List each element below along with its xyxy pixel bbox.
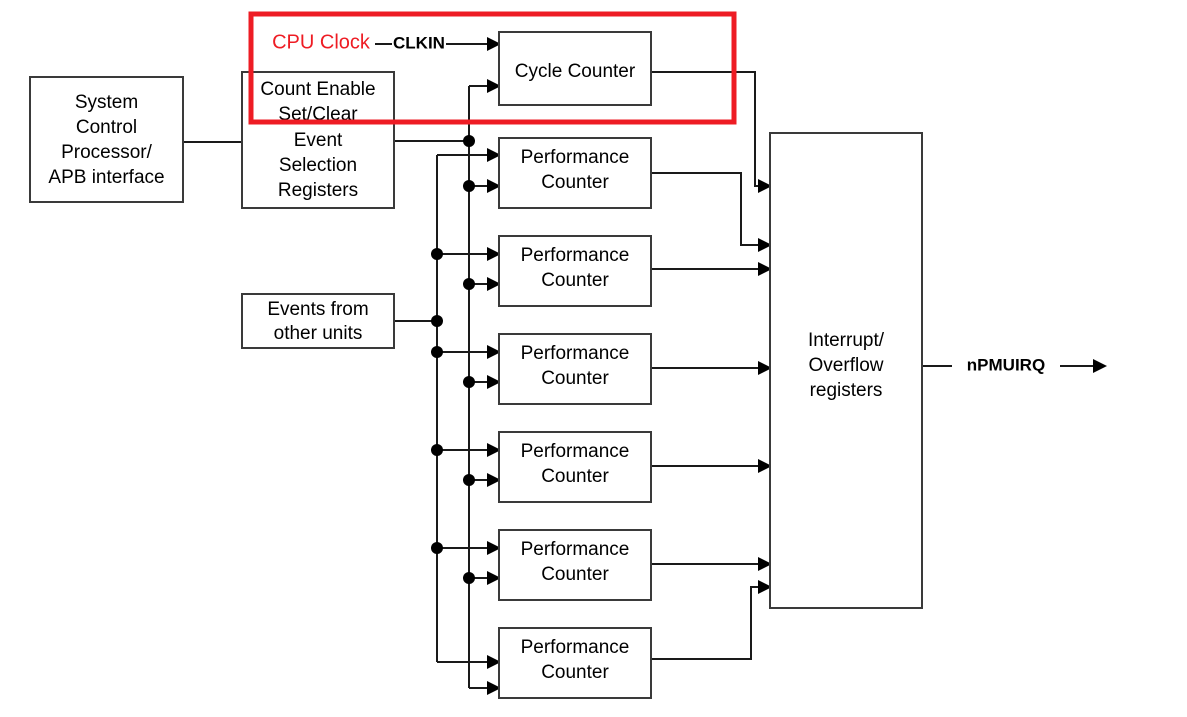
events-source-line-1: Events from — [267, 299, 368, 320]
block-performance-counter-2[interactable]: Performance Counter — [498, 235, 652, 307]
performance-counter-5-line-2: Counter — [541, 564, 609, 585]
cycle-counter-label: Cycle Counter — [515, 61, 636, 82]
block-performance-counter-6[interactable]: Performance Counter — [498, 627, 652, 699]
wire-pc3-to-interrupt — [651, 361, 772, 375]
performance-counter-4-line-2: Counter — [541, 466, 609, 487]
system-control-line-3: Processor/ — [61, 142, 153, 163]
performance-counter-4-line-1: Performance — [521, 441, 630, 462]
cpu-clock-label: CPU Clock — [272, 31, 371, 53]
system-control-line-4: APB interface — [48, 167, 164, 188]
diagram-canvas: System Control Processor/ APB interface … — [0, 0, 1187, 717]
performance-counter-2-line-2: Counter — [541, 270, 609, 291]
wire-pc5-to-interrupt — [651, 557, 772, 571]
clkin-label: CLKIN — [393, 33, 445, 52]
interrupt-line-3: registers — [810, 380, 883, 401]
block-performance-counter-4[interactable]: Performance Counter — [498, 431, 652, 503]
block-system-control-processor[interactable]: System Control Processor/ APB interface — [29, 76, 184, 203]
interrupt-line-2: Overflow — [809, 355, 884, 376]
block-event-selection-registers[interactable]: Count Enable Set/Clear Event Selection R… — [241, 71, 395, 209]
wire-cyclecounter-to-interrupt — [651, 71, 772, 193]
event-selection-line-2: Selection — [279, 155, 357, 176]
performance-counter-3-line-1: Performance — [521, 343, 630, 364]
event-selection-line-3: Registers — [278, 180, 358, 201]
system-control-line-2: Control — [76, 117, 137, 138]
interrupt-line-1: Interrupt/ — [808, 330, 885, 351]
wire-pc2-to-interrupt — [651, 262, 772, 276]
block-performance-counter-1[interactable]: Performance Counter — [498, 137, 652, 209]
performance-counter-6-line-2: Counter — [541, 662, 609, 683]
event-selection-line-1: Event — [294, 130, 343, 151]
wire-event-branches — [431, 148, 501, 669]
wire-count-enable-bus — [394, 79, 501, 688]
performance-counter-1-line-2: Counter — [541, 172, 609, 193]
block-performance-counter-5[interactable]: Performance Counter — [498, 529, 652, 601]
performance-counter-5-line-1: Performance — [521, 539, 630, 560]
wire-pc1-to-interrupt — [651, 172, 772, 252]
block-cycle-counter[interactable]: Cycle Counter — [498, 31, 652, 106]
performance-counter-2-line-1: Performance — [521, 245, 630, 266]
count-enable-line-1: Count Enable — [260, 79, 375, 100]
wire-pc6-to-interrupt — [651, 580, 772, 660]
system-control-line-1: System — [75, 92, 138, 113]
pmu-block-diagram: System Control Processor/ APB interface … — [29, 11, 1107, 699]
performance-counter-6-line-1: Performance — [521, 637, 630, 658]
wire-pc4-to-interrupt — [651, 459, 772, 473]
wire-events-bus — [394, 155, 443, 662]
performance-counter-1-line-1: Performance — [521, 147, 630, 168]
performance-counter-3-line-2: Counter — [541, 368, 609, 389]
npmuirq-label: nPMUIRQ — [967, 355, 1045, 374]
events-source-line-2: other units — [274, 323, 363, 344]
block-performance-counter-3[interactable]: Performance Counter — [498, 333, 652, 405]
block-events-from-other-units[interactable]: Events from other units — [241, 293, 395, 349]
block-interrupt-overflow-registers[interactable]: Interrupt/ Overflow registers — [769, 132, 923, 609]
